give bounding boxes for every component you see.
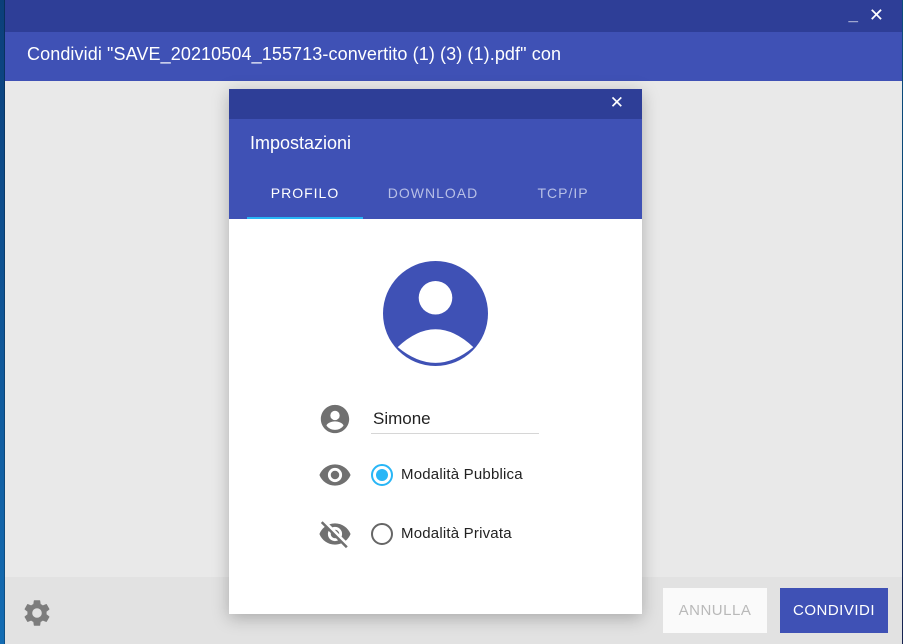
private-mode-radio[interactable] — [371, 523, 393, 545]
close-window-button[interactable]: ✕ — [869, 4, 884, 26]
public-mode-label: Modalità Pubblica — [401, 466, 523, 483]
window-titlebar: _ ✕ — [5, 0, 902, 32]
window-header: Condividi "SAVE_20210504_155713-converti… — [5, 32, 902, 81]
user-icon — [320, 404, 350, 434]
tab-tcpip[interactable]: TCP/IP — [501, 179, 625, 219]
close-dialog-button[interactable]: ✕ — [610, 93, 624, 113]
tab-download[interactable]: DOWNLOAD — [369, 179, 497, 219]
share-button[interactable]: CONDIVIDI — [780, 588, 888, 633]
dialog-title: Impostazioni — [250, 133, 352, 153]
settings-dialog: ✕ Impostazioni PROFILO DOWNLOAD TCP/IP M… — [229, 89, 642, 614]
window-title: Condividi "SAVE_20210504_155713-converti… — [27, 44, 562, 64]
tab-profilo[interactable]: PROFILO — [247, 179, 363, 219]
eye-icon — [319, 464, 351, 486]
minimize-button[interactable]: _ — [849, 4, 858, 26]
dialog-tabs: PROFILO DOWNLOAD TCP/IP — [229, 179, 642, 219]
dialog-header: Impostazioni PROFILO DOWNLOAD TCP/IP — [229, 119, 642, 219]
profile-name-input[interactable] — [371, 405, 539, 434]
private-mode-label: Modalità Privata — [401, 525, 512, 542]
dialog-titlebar: ✕ — [229, 89, 642, 119]
settings-gear-icon[interactable] — [21, 597, 53, 629]
profile-avatar-icon — [383, 261, 488, 366]
public-mode-radio[interactable] — [371, 464, 393, 486]
cancel-button[interactable]: ANNULLA — [663, 588, 767, 633]
eye-off-icon — [319, 521, 351, 549]
